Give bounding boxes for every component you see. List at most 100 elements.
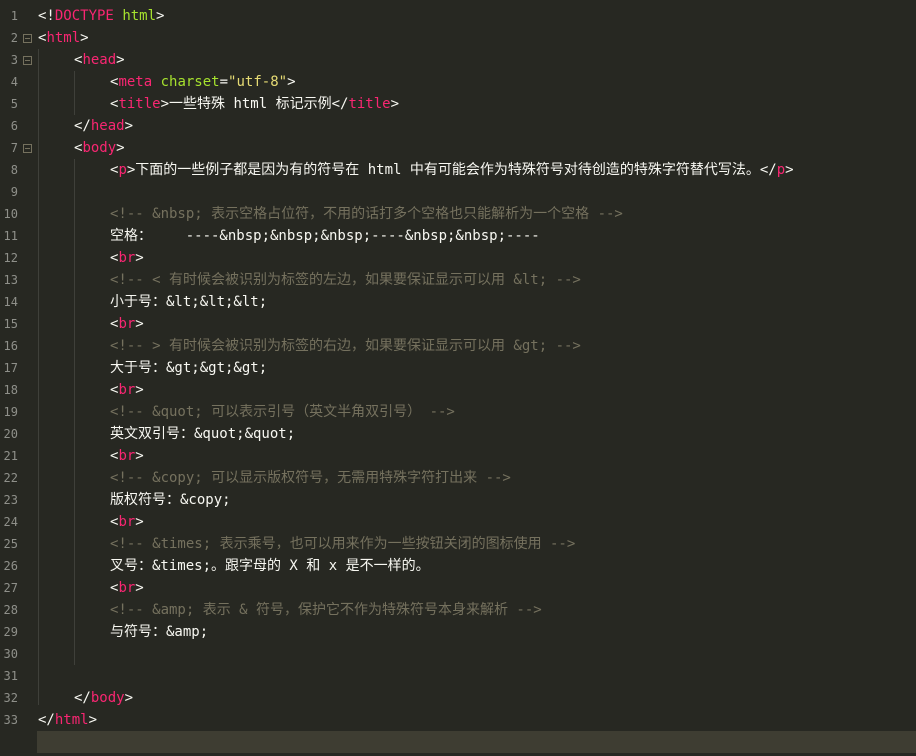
- line-number: 6: [10, 119, 18, 133]
- line-number: 10: [3, 207, 18, 221]
- line-number: 24: [3, 515, 18, 529]
- fold-toggle-icon[interactable]: [23, 144, 32, 153]
- code-token: >下面的一些例子都是因为有的符号在 html 中有可能会作为特殊符号对待创造的特…: [126, 162, 777, 178]
- line-number: 4: [10, 75, 18, 89]
- code-line: 与符号：&amp;: [110, 621, 208, 643]
- code-token: >: [135, 250, 144, 266]
- code-token: br: [118, 580, 136, 596]
- line-number: 3: [10, 53, 18, 67]
- code-line: <head>: [74, 49, 125, 71]
- code-token: >一些特殊 html 标记示例</: [160, 96, 349, 112]
- line-number: 28: [3, 603, 18, 617]
- code-token: br: [118, 382, 136, 398]
- code-token: title: [348, 96, 391, 112]
- code-line: <br>: [110, 445, 144, 467]
- line-number: 5: [10, 97, 18, 111]
- code-line: <br>: [110, 379, 144, 401]
- code-token: </: [74, 118, 91, 134]
- code-token: >: [124, 690, 134, 706]
- line-number: 17: [3, 361, 18, 375]
- code-token: br: [118, 250, 136, 266]
- line-number: 16: [3, 339, 18, 353]
- code-line: <!-- &amp; 表示 & 符号，保护它不作为特殊符号本身来解析 -->: [110, 599, 542, 621]
- code-token: >: [116, 140, 125, 156]
- code-token: >: [287, 74, 296, 90]
- code-token: body: [90, 690, 125, 706]
- line-number: 8: [10, 163, 18, 177]
- code-token: >: [116, 52, 125, 68]
- code-line: <!-- > 有时候会被识别为标签的右边，如果要保证显示可以用 &gt; -->: [110, 335, 581, 357]
- line-number: 11: [3, 229, 18, 243]
- code-line: <html>: [38, 27, 89, 49]
- code-token: p: [118, 162, 127, 178]
- code-token: <!-- > 有时候会被识别为标签的右边，如果要保证显示可以用 &gt; -->: [110, 338, 581, 354]
- line-number: 23: [3, 493, 18, 507]
- fold-toggle-icon[interactable]: [23, 56, 32, 65]
- line-number: 13: [3, 273, 18, 287]
- code-line: <p>下面的一些例子都是因为有的符号在 html 中有可能会作为特殊符号对待创造…: [110, 159, 794, 181]
- line-number: 32: [3, 691, 18, 705]
- code-token: br: [118, 316, 136, 332]
- code-line: </body>: [74, 687, 133, 709]
- line-number: 26: [3, 559, 18, 573]
- line-number: 9: [10, 185, 18, 199]
- code-token: br: [118, 514, 136, 530]
- code-token: >: [135, 316, 144, 332]
- code-line: 大于号：&gt;&gt;&gt;: [110, 357, 267, 379]
- code-editor[interactable]: 1 2 3 4 5 6 7 8 9 10 11 12 13 14 15 16 17 18 19 20 21 22 23 24 2…: [0, 0, 916, 756]
- line-number: 18: [3, 383, 18, 397]
- code-token: 大于号：&gt;&gt;&gt;: [110, 360, 268, 376]
- code-line: 版权符号：&copy;: [110, 489, 231, 511]
- code-token: html: [54, 712, 89, 728]
- code-line: 小于号：&lt;&lt;&lt;: [110, 291, 267, 313]
- code-token: >: [390, 96, 400, 112]
- code-token: <!-- &amp; 表示 & 符号，保护它不作为特殊符号本身来解析 -->: [110, 602, 542, 618]
- code-line: <br>: [110, 313, 144, 335]
- code-token: DOCTYPE: [54, 8, 114, 24]
- code-token: meta: [118, 74, 153, 90]
- line-number: 14: [3, 295, 18, 309]
- code-token: head: [82, 52, 117, 68]
- line-number: 22: [3, 471, 18, 485]
- code-token: 与符号：&amp;: [110, 624, 209, 640]
- code-token: >: [135, 382, 144, 398]
- code-token: >: [135, 448, 144, 464]
- code-line: <!-- < 有时候会被识别为标签的左边，如果要保证显示可以用 &lt; -->: [110, 269, 581, 291]
- code-token: >: [135, 580, 144, 596]
- code-line: <body>: [74, 137, 125, 159]
- code-line: 空格： ----&nbsp;&nbsp;&nbsp;----&nbsp;&nbs…: [110, 225, 540, 247]
- line-number-gutter: 1 2 3 4 5 6 7 8 9 10 11 12 13 14 15 16 17 18 19 20 21 22 23 24 2…: [0, 0, 34, 756]
- line-number: 2: [10, 31, 18, 45]
- line-number: 21: [3, 449, 18, 463]
- code-token: html: [122, 8, 157, 24]
- code-line: <!-- &times; 表示乘号，也可以用来作为一些按钮关闭的图标使用 -->: [110, 533, 575, 555]
- line-number: 31: [3, 669, 18, 683]
- code-token: body: [82, 140, 117, 156]
- code-token: br: [118, 448, 136, 464]
- code-area[interactable]: <!DOCTYPE html> <html> <head> <meta charset…: [38, 0, 916, 756]
- code-line: <!-- &nbsp; 表示空格占位符，不用的话打多个空格也只能解析为一个空格 …: [110, 203, 623, 225]
- code-line: 英文双引号：&quot;&quot;: [110, 423, 295, 445]
- code-line: <meta charset="utf-8">: [110, 71, 296, 93]
- line-number: 15: [3, 317, 18, 331]
- code-token: <!-- < 有时候会被识别为标签的左边，如果要保证显示可以用 &lt; -->: [110, 272, 581, 288]
- code-token: p: [776, 162, 786, 178]
- code-token: <!-- &nbsp; 表示空格占位符，不用的话打多个空格也只能解析为一个空格 …: [110, 206, 623, 222]
- code-token: >: [124, 118, 134, 134]
- code-line: <!-- &copy; 可以显示版权符号，无需用特殊字符打出来 -->: [110, 467, 511, 489]
- code-token: title: [118, 96, 161, 112]
- fold-toggle-icon[interactable]: [23, 34, 32, 43]
- code-line: <br>: [110, 577, 144, 599]
- code-token: <!-- &times; 表示乘号，也可以用来作为一些按钮关闭的图标使用 -->: [110, 536, 576, 552]
- code-token: "utf-8": [228, 74, 288, 90]
- code-line: <title>一些特殊 html 标记示例</title>: [110, 93, 399, 115]
- line-number: 12: [3, 251, 18, 265]
- code-token: 叉号：&times;。跟字母的 X 和 x 是不一样的。: [110, 558, 430, 574]
- code-line: </head>: [74, 115, 133, 137]
- line-number: 7: [10, 141, 18, 155]
- code-token: <!: [38, 8, 55, 24]
- line-number: 29: [3, 625, 18, 639]
- code-token: >: [88, 712, 98, 728]
- code-token: >: [135, 514, 144, 530]
